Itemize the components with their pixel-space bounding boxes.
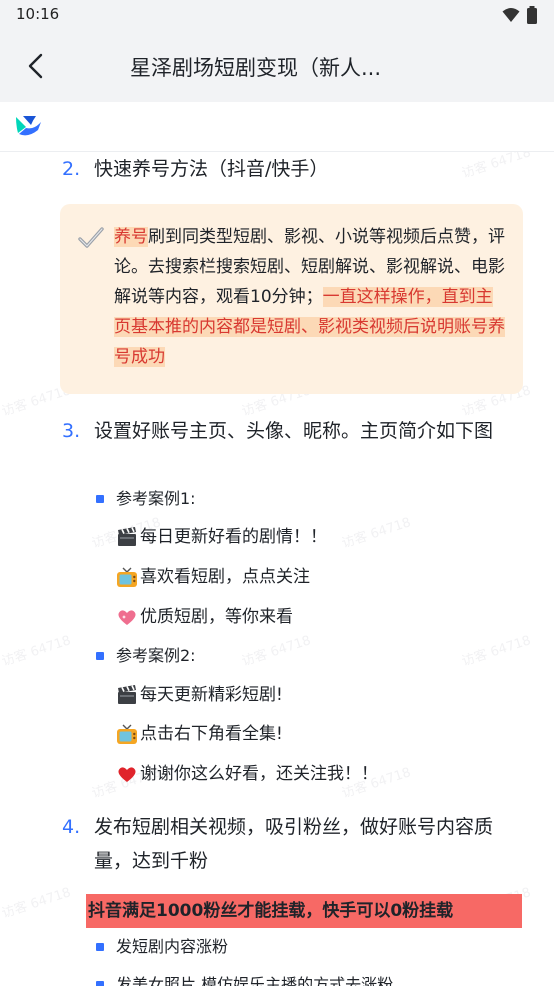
- watermark: 访客 64718: [460, 633, 533, 670]
- clapperboard-icon: [116, 684, 138, 706]
- banner-text: 抖音满足1000粉丝才能挂载，快手可以0粉挂载: [88, 901, 454, 921]
- bullet-marker: [96, 652, 104, 660]
- example-line: 谢谢你这么好看，还关注我！！: [116, 760, 378, 788]
- example-line-text: 喜欢看短剧，点点关注: [140, 567, 310, 587]
- list-item-text: 发布短剧相关视频，吸引粉丝，做好账号内容质量，达到千粉: [94, 816, 494, 872]
- list-number: 2.: [62, 158, 81, 180]
- tv-icon: [116, 566, 138, 588]
- feishu-logo-icon: [16, 116, 41, 136]
- clapperboard-icon: [116, 526, 138, 548]
- example-line: 喜欢看短剧，点点关注: [116, 563, 310, 591]
- title-bar: 星泽剧场短剧变现（新人...: [0, 30, 554, 102]
- example-line: 优质短剧，等你来看: [116, 603, 293, 631]
- example-line-text: 优质短剧，等你来看: [140, 607, 293, 627]
- highlight-banner: 抖音满足1000粉丝才能挂载，快手可以0粉挂载: [86, 894, 522, 928]
- tv-icon: [116, 723, 138, 745]
- example-line: 每天更新精彩短剧!: [116, 681, 283, 709]
- example-line: 点击右下角看全集!: [116, 720, 283, 748]
- example-line-text: 每天更新精彩短剧!: [140, 685, 283, 705]
- brand-row: [0, 102, 554, 152]
- example-label: 参考案例1:: [116, 489, 196, 508]
- list-item-text: 快速养号方法（抖音/快手）: [94, 158, 329, 180]
- red-heart-icon: [116, 763, 138, 785]
- list-number: 3.: [62, 420, 81, 442]
- status-bar: 10:16: [0, 0, 554, 30]
- callout-highlight-keyword: 养号: [114, 227, 148, 247]
- bullet-marker: [96, 981, 104, 986]
- document-content: 访客 64718 访客 64718 访客 64718 访客 64718 访客 6…: [0, 152, 554, 986]
- battery-icon: [527, 6, 537, 24]
- example-line: 每日更新好看的剧情！！: [116, 523, 327, 551]
- list-number: 4.: [62, 816, 81, 838]
- watermark: 访客 64718: [0, 885, 73, 922]
- example-line-text: 点击右下角看全集!: [140, 724, 283, 744]
- bullet-text: 发美女照片 模仿娱乐主播的方式去涨粉: [116, 975, 394, 986]
- watermark: 访客 64718: [340, 515, 413, 552]
- wifi-icon: [502, 8, 520, 22]
- chevron-left-icon: [28, 53, 43, 79]
- status-icons: [502, 6, 538, 24]
- bullet-text: 发短剧内容涨粉: [116, 937, 229, 956]
- callout-box: 养号刷到同类型短剧、影视、小说等视频后点赞，评论。去搜索栏搜索短剧、短剧解说、影…: [60, 204, 523, 394]
- watermark: 访客 64718: [0, 633, 73, 670]
- callout-text: 养号刷到同类型短剧、影视、小说等视频后点赞，评论。去搜索栏搜索短剧、短剧解说、影…: [114, 222, 508, 372]
- back-button[interactable]: [18, 48, 54, 84]
- example-label: 参考案例2:: [116, 646, 196, 665]
- example-line-text: 每日更新好看的剧情！！: [140, 527, 327, 547]
- sparkling-heart-icon: [116, 606, 138, 628]
- bullet-marker: [96, 943, 104, 951]
- check-mark-icon: [78, 227, 104, 248]
- example-line-text: 谢谢你这么好看，还关注我！！: [140, 764, 378, 784]
- watermark: 访客 64718: [240, 633, 313, 670]
- page-title: 星泽剧场短剧变现（新人...: [130, 56, 382, 80]
- bullet-marker: [96, 495, 104, 503]
- status-time: 10:16: [16, 5, 60, 23]
- list-item-text: 设置好账号主页、头像、昵称。主页简介如下图: [94, 420, 494, 442]
